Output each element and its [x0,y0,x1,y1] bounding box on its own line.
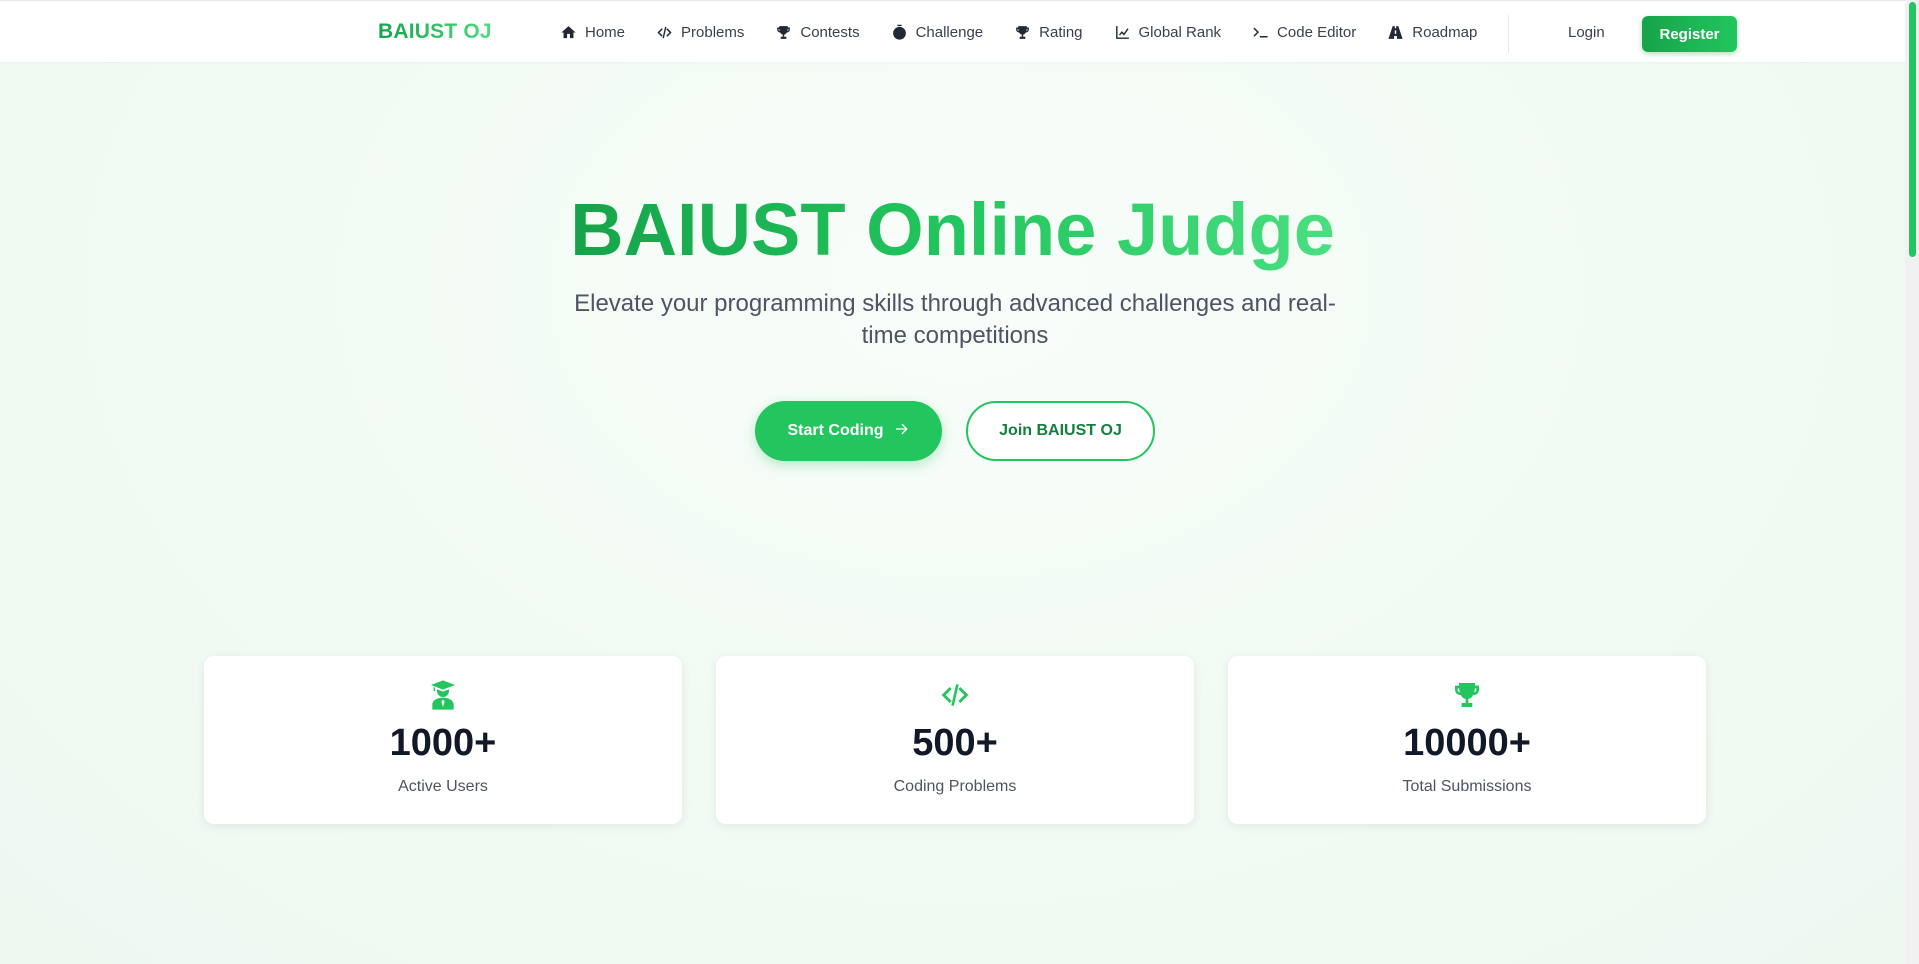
stat-value: 500+ [912,722,998,764]
nav-item-label: Code Editor [1277,23,1357,41]
trophy-icon [775,24,792,41]
top-navbar: BAIUST OJ Home Problems Contests Challen… [0,0,1905,62]
brand-logo[interactable]: BAIUST OJ [378,20,492,44]
nav-item-label: Problems [681,23,745,41]
stat-label: Total Submissions [1402,778,1532,795]
stat-card-users: 1000+ Active Users [204,656,682,824]
stat-card-submissions: 10000+ Total Submissions [1228,656,1706,824]
stat-card-problems: 500+ Coding Problems [716,656,1194,824]
nav-item-label: Home [585,23,626,41]
terminal-icon [1252,24,1269,41]
nav-item-home[interactable]: Home [560,24,625,41]
nav-item-label: Global Rank [1138,23,1222,41]
stopwatch-icon [891,24,908,41]
stat-label: Coding Problems [893,778,1017,795]
road-icon [1387,24,1404,41]
nav-item-label: Challenge [915,23,984,41]
nav-item-label: Contests [800,23,860,41]
page: BAIUST OJ Home Problems Contests Challen… [0,0,1919,964]
trophy-icon [1014,24,1031,41]
nav-item-contests[interactable]: Contests [775,23,860,41]
register-button[interactable]: Register [1642,16,1737,52]
home-icon [560,24,577,41]
start-coding-label: Start Coding [787,422,884,439]
chart-line-icon [1114,24,1131,41]
stat-value: 1000+ [389,722,497,764]
nav-divider [1508,15,1509,53]
nav-item-challenge[interactable]: Challenge [891,23,984,41]
stat-value: 10000+ [1403,722,1531,764]
nav-item-rating[interactable]: Rating [1014,23,1083,41]
arrow-right-icon [894,421,910,442]
code-icon [656,24,673,41]
nav-item-problems[interactable]: Problems [656,24,744,41]
nav-item-code-editor[interactable]: Code Editor [1252,24,1356,41]
hero-title: BAIUST Online Judge [0,186,1905,274]
stat-label: Active Users [398,778,488,795]
trophy-icon [1228,678,1706,712]
nav-item-global-rank[interactable]: Global Rank [1114,23,1222,41]
nav-item-label: Rating [1039,23,1083,41]
join-button[interactable]: Join BAIUST OJ [966,401,1155,461]
code-icon [716,678,1194,712]
nav-item-label: Roadmap [1412,23,1478,41]
login-link[interactable]: Login [1568,24,1605,41]
start-coding-button[interactable]: Start Coding [755,401,942,461]
nav-item-roadmap[interactable]: Roadmap [1387,24,1477,41]
user-graduate-icon [204,678,682,712]
hero-title-text: BAIUST Online Judge [570,188,1335,271]
scrollbar-thumb[interactable] [1909,2,1916,257]
nav-links: Home Problems Contests Challenge Rating … [560,1,1477,63]
hero-subtitle: Elevate your programming skills through … [574,290,1336,349]
